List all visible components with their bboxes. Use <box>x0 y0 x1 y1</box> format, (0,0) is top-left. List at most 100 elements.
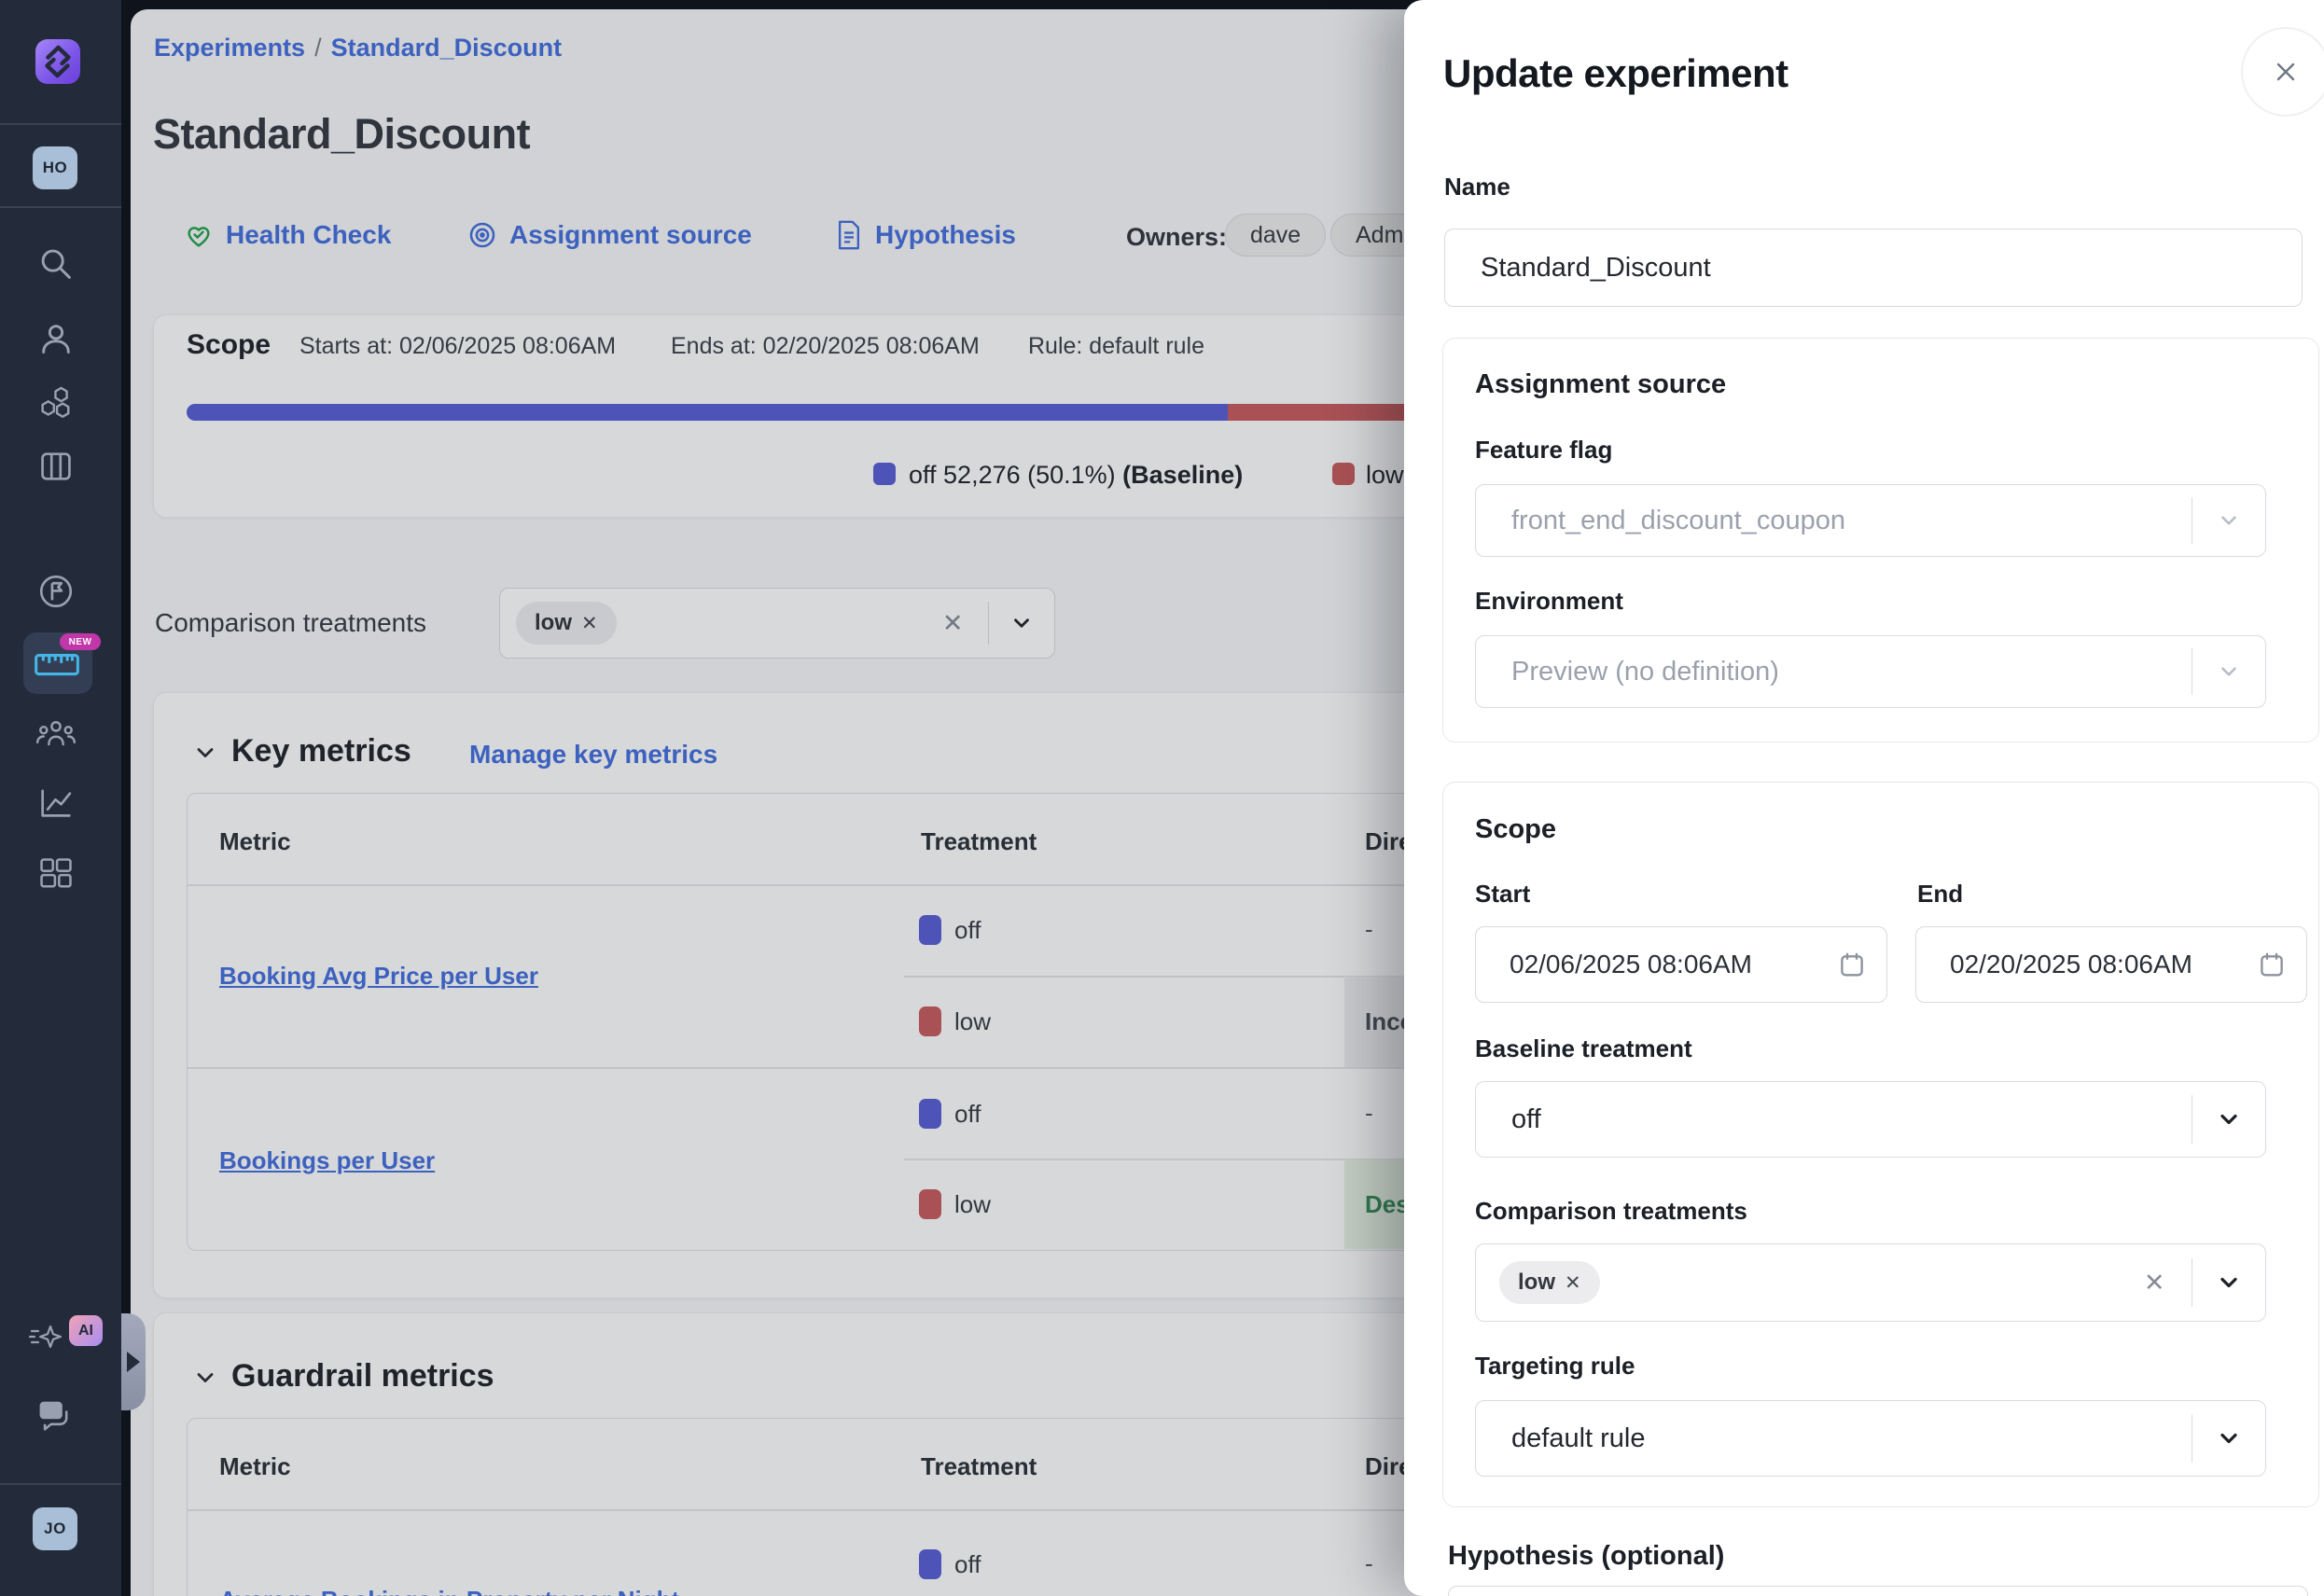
direction-value: - <box>1365 1549 1373 1578</box>
treatment-swatch-off <box>919 915 941 945</box>
legend-low: low <box>1366 461 1404 490</box>
assignment-source-label: Assignment source <box>509 220 752 250</box>
select-clear-icon[interactable]: ✕ <box>2144 1269 2165 1298</box>
split-bar-off-segment <box>187 404 1228 421</box>
workspace-badge[interactable]: HO <box>33 146 77 189</box>
feature-flag-label: Feature flag <box>1475 436 1612 465</box>
treatment-cell: off <box>919 1534 981 1595</box>
app-root: Experiments/Standard_Discount Standard_D… <box>0 0 2324 1596</box>
help-chat-icon[interactable]: ? <box>34 1395 75 1436</box>
owners-label: Owners: <box>1126 223 1227 252</box>
end-date-input[interactable]: 02/20/2025 08:06AM <box>1915 926 2307 1003</box>
ai-sparkle-icon[interactable] <box>28 1319 69 1360</box>
comparison-treatments-label: Comparison treatments <box>1475 1197 1747 1226</box>
calendar-icon[interactable] <box>2258 951 2286 978</box>
close-icon <box>2271 57 2301 87</box>
search-icon[interactable] <box>35 243 77 285</box>
col-header-treatment: Treatment <box>921 1452 1037 1481</box>
heart-check-icon <box>184 220 214 250</box>
comparison-treatments-select[interactable]: low✕ ✕ <box>1475 1243 2266 1322</box>
comparison-treatments-label: Comparison treatments <box>155 608 426 638</box>
health-check-label: Health Check <box>226 220 391 250</box>
panel-title: Update experiment <box>1443 51 1788 96</box>
baseline-treatment-label: Baseline treatment <box>1475 1034 1692 1063</box>
metric-link[interactable]: Average Bookings in Property per Night <box>219 1586 679 1596</box>
targeting-rule-select[interactable]: default rule <box>1475 1400 2266 1477</box>
scope-rule: Rule: default rule <box>1028 333 1204 360</box>
treatment-swatch-off <box>919 1549 941 1579</box>
manage-key-metrics-link[interactable]: Manage key metrics <box>469 740 717 770</box>
user-avatar-badge[interactable]: JO <box>33 1507 77 1550</box>
name-field-wrap <box>1444 229 2303 307</box>
chevron-down-icon <box>2192 636 2265 707</box>
hypothesis-textarea[interactable] <box>1448 1586 2308 1596</box>
start-date-input[interactable]: 02/06/2025 08:06AM <box>1475 926 1887 1003</box>
health-check-link[interactable]: Health Check <box>184 220 391 250</box>
assignment-source-card: Assignment source Feature flag front_end… <box>1442 338 2319 742</box>
scope-title: Scope <box>1475 814 1556 845</box>
treatment-swatch-low <box>919 1006 941 1036</box>
treatment-swatch-low <box>919 1189 941 1219</box>
sidebar: HO NEW <box>0 0 121 1596</box>
ruler-icon[interactable] <box>33 645 81 687</box>
new-badge: NEW <box>60 633 101 650</box>
chevron-down-icon <box>2192 1244 2265 1321</box>
breadcrumb: Experiments/Standard_Discount <box>154 34 562 62</box>
environment-select[interactable]: Preview (no definition) <box>1475 635 2266 708</box>
audience-people-icon[interactable] <box>35 713 77 754</box>
comparison-treatments-select[interactable]: low✕ ✕ <box>499 588 1055 659</box>
ai-badge: AI <box>69 1315 103 1346</box>
col-header-metric: Metric <box>219 827 291 856</box>
treatment-cell: off <box>919 899 981 961</box>
breadcrumb-separator: / <box>305 34 331 62</box>
svg-text:?: ? <box>47 1404 55 1419</box>
guardrail-metrics-title: Guardrail metrics <box>231 1358 494 1395</box>
legend-off: off 52,276 (50.1%) (Baseline) <box>909 461 1243 490</box>
chevron-right-icon <box>127 1352 140 1372</box>
treatment-chip-low[interactable]: low✕ <box>516 602 617 645</box>
statsig-logo[interactable] <box>35 39 80 84</box>
treatment-cell: low <box>919 1173 991 1235</box>
chevron-down-icon <box>2192 485 2265 556</box>
breadcrumb-experiments-link[interactable]: Experiments <box>154 34 305 62</box>
owner-pill-dave[interactable]: dave <box>1225 214 1326 257</box>
legend-low-swatch <box>1332 463 1355 485</box>
select-clear-icon[interactable]: ✕ <box>942 609 964 638</box>
target-icon <box>467 220 497 250</box>
environment-label: Environment <box>1475 587 1623 616</box>
dashboard-grid-icon[interactable] <box>35 854 77 895</box>
assignment-source-title: Assignment source <box>1475 369 1726 400</box>
baseline-treatment-select[interactable]: off <box>1475 1081 2266 1158</box>
feature-flag-select[interactable]: front_end_discount_coupon <box>1475 484 2266 557</box>
close-button[interactable] <box>2241 27 2324 117</box>
assignment-source-link[interactable]: Assignment source <box>467 220 752 250</box>
hexagons-icon[interactable] <box>35 382 77 423</box>
legend-off-swatch <box>873 463 896 485</box>
calendar-icon[interactable] <box>1838 951 1866 978</box>
metric-link[interactable]: Bookings per User <box>219 1146 435 1175</box>
name-input[interactable] <box>1444 229 2303 307</box>
chevron-down-icon <box>2192 1082 2265 1157</box>
milestone-flag-icon[interactable] <box>35 571 77 612</box>
chip-remove-icon[interactable]: ✕ <box>1565 1271 1581 1295</box>
collapse-chevron-icon[interactable] <box>192 1365 218 1395</box>
line-chart-icon[interactable] <box>35 782 77 823</box>
chevron-down-icon[interactable] <box>989 589 1054 658</box>
treatment-chip-low[interactable]: low✕ <box>1499 1261 1600 1304</box>
direction-value: - <box>1365 1099 1373 1128</box>
chip-remove-icon[interactable]: ✕ <box>581 612 598 635</box>
treatment-cell: low <box>919 991 991 1052</box>
hypothesis-link[interactable]: Hypothesis <box>835 220 1016 250</box>
collapse-chevron-icon[interactable] <box>192 740 218 770</box>
user-icon[interactable] <box>35 318 77 359</box>
breadcrumb-current-link[interactable]: Standard_Discount <box>331 34 563 62</box>
treatment-swatch-off <box>919 1099 941 1129</box>
scope-ends-at: Ends at: 02/20/2025 08:06AM <box>671 333 980 360</box>
metric-link[interactable]: Booking Avg Price per User <box>219 962 538 991</box>
key-metrics-title: Key metrics <box>231 733 411 770</box>
scope-card: Scope Start End 02/06/2025 08:06AM 02/20… <box>1442 782 2319 1507</box>
name-label: Name <box>1444 173 1510 201</box>
page-title: Standard_Discount <box>153 110 530 159</box>
columns-icon[interactable] <box>35 446 77 487</box>
update-experiment-panel: Update experiment Name Assignment source… <box>1404 0 2324 1596</box>
